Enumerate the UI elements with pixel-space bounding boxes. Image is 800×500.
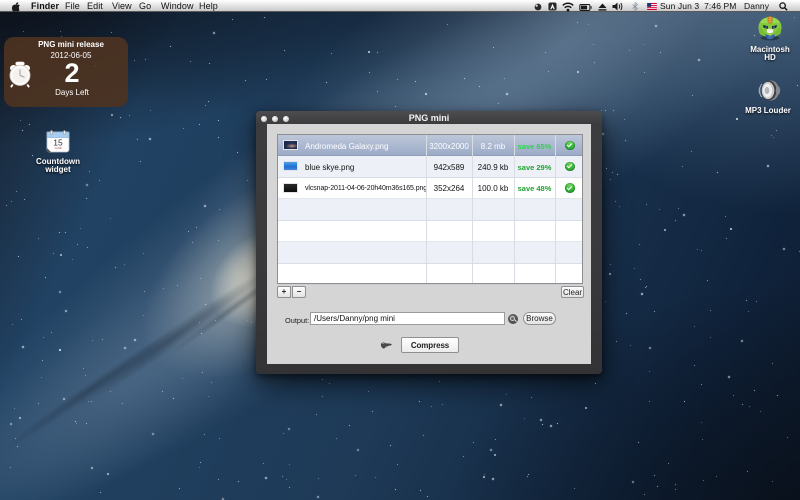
svg-text:JUNE: JUNE [54, 146, 61, 150]
